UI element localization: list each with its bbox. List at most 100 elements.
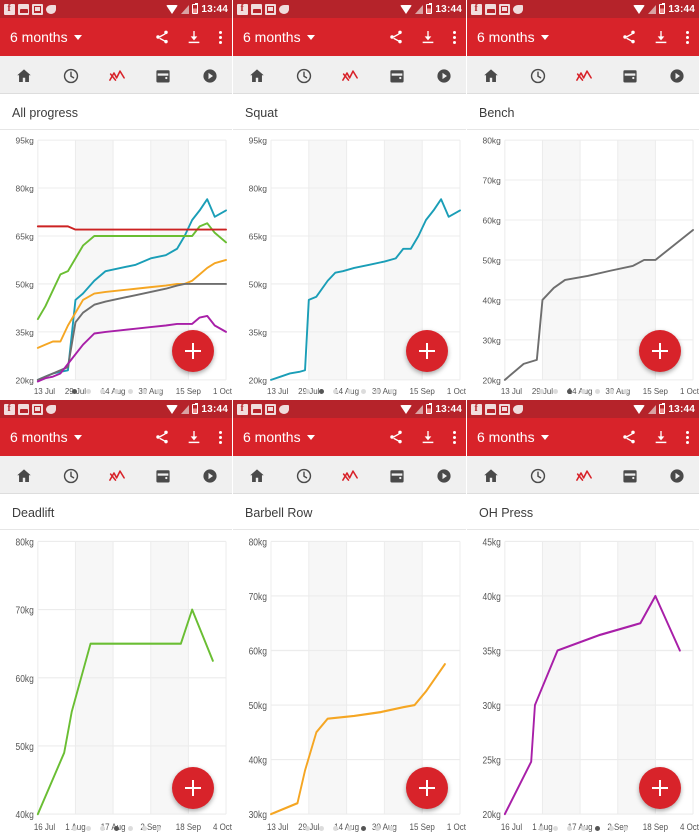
tab-progress[interactable]: [326, 56, 373, 93]
page-dot[interactable]: [389, 389, 394, 394]
page-dot[interactable]: [333, 389, 338, 394]
share-icon[interactable]: [388, 429, 404, 445]
tab-calendar[interactable]: [373, 456, 420, 493]
time-range-selector[interactable]: 6 months: [243, 29, 315, 45]
page-dot[interactable]: [538, 389, 544, 394]
time-range-selector[interactable]: 6 months: [10, 429, 82, 445]
page-dot[interactable]: [622, 389, 628, 394]
tab-calendar[interactable]: [606, 456, 652, 493]
overflow-menu-icon[interactable]: [685, 430, 689, 444]
page-dot[interactable]: [113, 826, 119, 831]
page-dot[interactable]: [566, 826, 572, 831]
page-dot[interactable]: [155, 826, 161, 831]
time-range-selector[interactable]: 6 months: [10, 29, 82, 45]
tab-history[interactable]: [46, 56, 92, 93]
page-dot[interactable]: [333, 826, 338, 831]
tab-history[interactable]: [513, 56, 559, 93]
download-icon[interactable]: [653, 29, 669, 45]
download-icon[interactable]: [653, 429, 669, 445]
add-entry-button[interactable]: [639, 767, 681, 809]
page-dot[interactable]: [99, 826, 105, 831]
download-icon[interactable]: [420, 29, 436, 45]
overflow-menu-icon[interactable]: [218, 30, 222, 44]
time-range-selector[interactable]: 6 months: [477, 429, 549, 445]
add-entry-button[interactable]: [172, 330, 214, 372]
page-dot[interactable]: [580, 389, 586, 394]
page-dot[interactable]: [113, 389, 119, 394]
tab-calendar[interactable]: [373, 56, 420, 93]
page-dot[interactable]: [85, 826, 91, 831]
tab-home[interactable]: [467, 456, 513, 493]
page-dot[interactable]: [375, 389, 380, 394]
page-dot[interactable]: [538, 826, 544, 831]
page-dot[interactable]: [99, 389, 105, 394]
download-icon[interactable]: [420, 429, 436, 445]
tab-progress[interactable]: [560, 456, 606, 493]
page-dot[interactable]: [566, 389, 572, 394]
share-icon[interactable]: [154, 29, 170, 45]
share-icon[interactable]: [154, 429, 170, 445]
time-range-selector[interactable]: 6 months: [477, 29, 549, 45]
tab-calendar[interactable]: [139, 456, 185, 493]
tab-progress[interactable]: [326, 456, 373, 493]
page-dot[interactable]: [85, 389, 91, 394]
overflow-menu-icon[interactable]: [685, 30, 689, 44]
page-dot[interactable]: [141, 389, 147, 394]
download-icon[interactable]: [186, 29, 202, 45]
tab-home[interactable]: [467, 56, 513, 93]
tab-calendar[interactable]: [139, 56, 185, 93]
page-dot[interactable]: [71, 826, 77, 831]
add-entry-button[interactable]: [406, 330, 448, 372]
tab-home[interactable]: [233, 456, 280, 493]
tab-home[interactable]: [0, 56, 46, 93]
page-dot[interactable]: [347, 826, 352, 831]
tab-history[interactable]: [280, 456, 327, 493]
tab-start[interactable]: [186, 56, 232, 93]
page-dot[interactable]: [71, 389, 77, 394]
page-dot[interactable]: [375, 826, 380, 831]
share-icon[interactable]: [621, 29, 637, 45]
page-dot[interactable]: [361, 389, 366, 394]
tab-start[interactable]: [419, 456, 466, 493]
share-icon[interactable]: [621, 429, 637, 445]
tab-history[interactable]: [46, 456, 92, 493]
page-dot[interactable]: [389, 826, 394, 831]
overflow-menu-icon[interactable]: [452, 30, 456, 44]
page-dot[interactable]: [552, 389, 558, 394]
share-icon[interactable]: [388, 29, 404, 45]
overflow-menu-icon[interactable]: [218, 430, 222, 444]
time-range-selector[interactable]: 6 months: [243, 429, 315, 445]
tab-calendar[interactable]: [606, 56, 652, 93]
tab-home[interactable]: [0, 456, 46, 493]
page-dot[interactable]: [141, 826, 147, 831]
tab-home[interactable]: [233, 56, 280, 93]
tab-history[interactable]: [513, 456, 559, 493]
add-entry-button[interactable]: [172, 767, 214, 809]
page-dot[interactable]: [319, 389, 324, 394]
page-dot[interactable]: [552, 826, 558, 831]
page-dot[interactable]: [361, 826, 366, 831]
page-dot[interactable]: [127, 826, 133, 831]
tab-progress[interactable]: [93, 56, 139, 93]
page-dot[interactable]: [127, 389, 133, 394]
page-dot[interactable]: [319, 826, 324, 831]
page-dot[interactable]: [155, 389, 161, 394]
page-dot[interactable]: [608, 826, 614, 831]
page-dot[interactable]: [580, 826, 586, 831]
add-entry-button[interactable]: [406, 767, 448, 809]
page-dot[interactable]: [305, 389, 310, 394]
tab-progress[interactable]: [560, 56, 606, 93]
tab-start[interactable]: [419, 56, 466, 93]
download-icon[interactable]: [186, 429, 202, 445]
tab-start[interactable]: [653, 456, 699, 493]
add-entry-button[interactable]: [639, 330, 681, 372]
tab-progress[interactable]: [93, 456, 139, 493]
overflow-menu-icon[interactable]: [452, 430, 456, 444]
page-dot[interactable]: [594, 826, 600, 831]
tab-start[interactable]: [653, 56, 699, 93]
tab-start[interactable]: [186, 456, 232, 493]
page-dot[interactable]: [347, 389, 352, 394]
tab-history[interactable]: [280, 56, 327, 93]
page-dot[interactable]: [608, 389, 614, 394]
page-dot[interactable]: [622, 826, 628, 831]
